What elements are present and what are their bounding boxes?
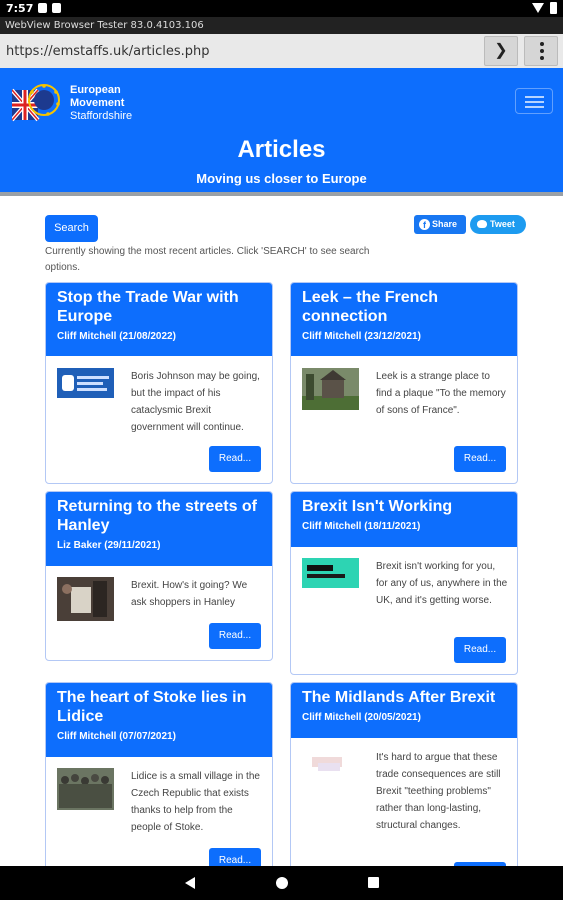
brand-line: European xyxy=(70,84,121,96)
twitter-bird-icon xyxy=(477,220,487,228)
article-excerpt: Leek is a strange place to find a plaque… xyxy=(376,371,506,416)
dot-icon xyxy=(540,49,544,53)
card-header: Returning to the streets of Hanley Liz B… xyxy=(46,492,272,566)
article-card: Leek – the French connection Cliff Mitch… xyxy=(290,282,518,484)
status-indicators xyxy=(532,2,557,14)
system-nav-bar xyxy=(0,866,563,900)
article-excerpt: Brexit. How's it going? We ask shoppers … xyxy=(131,580,248,608)
article-card: The Midlands After Brexit Cliff Mitchell… xyxy=(290,682,518,872)
article-thumbnail xyxy=(302,368,359,410)
status-time: 7:57 xyxy=(6,2,34,15)
page-title: Articles xyxy=(237,136,326,163)
app-title: WebView Browser Tester 83.0.4103.106 xyxy=(0,17,563,34)
card-header: Stop the Trade War with Europe Cliff Mit… xyxy=(46,283,272,356)
article-card: The heart of Stoke lies in Lidice Cliff … xyxy=(45,682,273,872)
article-card: Returning to the streets of Hanley Liz B… xyxy=(45,491,273,661)
url-input[interactable] xyxy=(2,37,480,65)
article-meta: Cliff Mitchell (07/07/2021) xyxy=(57,731,176,742)
article-title[interactable]: Brexit Isn't Working xyxy=(302,497,506,516)
url-bar: ❯ xyxy=(0,34,563,68)
search-button[interactable]: Search xyxy=(45,215,98,242)
brand-line: Staffordshire xyxy=(70,110,133,122)
article-meta: Cliff Mitchell (21/08/2022) xyxy=(57,331,176,342)
share-label: Share xyxy=(432,219,458,229)
dot-icon xyxy=(540,42,544,46)
article-card: Brexit Isn't Working Cliff Mitchell (18/… xyxy=(290,491,518,675)
article-thumbnail xyxy=(57,577,114,621)
intro-text: Currently showing the most recent articl… xyxy=(45,246,370,273)
back-icon[interactable] xyxy=(185,877,195,889)
menu-bar xyxy=(525,106,544,108)
article-title[interactable]: Stop the Trade War with Europe xyxy=(57,288,261,326)
article-excerpt: It's hard to argue that these trade cons… xyxy=(376,752,501,831)
card-header: Leek – the French connection Cliff Mitch… xyxy=(291,283,517,356)
facebook-icon: f xyxy=(419,219,430,230)
site-logo[interactable] xyxy=(10,80,66,124)
article-title[interactable]: The heart of Stoke lies in Lidice xyxy=(57,688,261,726)
facebook-share-button[interactable]: f Share xyxy=(414,215,466,234)
article-meta: Liz Baker (29/11/2021) xyxy=(57,540,161,551)
article-thumbnail xyxy=(57,368,114,398)
notification-icon xyxy=(38,3,47,13)
article-thumbnail xyxy=(302,558,359,588)
card-header: Brexit Isn't Working Cliff Mitchell (18/… xyxy=(291,492,517,547)
read-more-button[interactable]: Read... xyxy=(209,446,261,472)
menu-bar xyxy=(525,101,544,103)
read-more-button[interactable]: Read... xyxy=(454,446,506,472)
article-meta: Cliff Mitchell (20/05/2021) xyxy=(302,712,421,723)
read-more-button[interactable]: Read... xyxy=(209,623,261,649)
article-excerpt: Lidice is a small village in the Czech R… xyxy=(131,771,260,833)
site-header: European Movement Staffordshire Articles… xyxy=(0,68,563,196)
tweet-button[interactable]: Tweet xyxy=(470,215,526,234)
menu-bar xyxy=(525,96,544,98)
article-title[interactable]: Leek – the French connection xyxy=(302,288,506,326)
article-meta: Cliff Mitchell (18/11/2021) xyxy=(302,521,421,532)
home-icon[interactable] xyxy=(276,877,288,889)
battery-icon xyxy=(550,2,557,14)
article-excerpt: Boris Johnson may be going, but the impa… xyxy=(131,371,260,433)
card-header: The heart of Stoke lies in Lidice Cliff … xyxy=(46,683,272,757)
recent-apps-icon[interactable] xyxy=(368,877,379,888)
article-thumbnail xyxy=(57,768,114,810)
site-brand[interactable]: European Movement Staffordshire xyxy=(70,84,132,123)
page-subtitle: Moving us closer to Europe xyxy=(196,171,367,186)
overflow-menu-button[interactable] xyxy=(524,36,558,66)
status-bar: 7:57 xyxy=(0,0,563,17)
tweet-label: Tweet xyxy=(490,219,515,229)
dot-icon xyxy=(540,56,544,60)
article-card: Stop the Trade War with Europe Cliff Mit… xyxy=(45,282,273,484)
article-excerpt: Brexit isn't working for you, for any of… xyxy=(376,561,508,606)
card-header: The Midlands After Brexit Cliff Mitchell… xyxy=(291,683,517,738)
article-title[interactable]: The Midlands After Brexit xyxy=(302,688,506,707)
article-thumbnail xyxy=(302,749,359,779)
article-meta: Cliff Mitchell (23/12/2021) xyxy=(302,331,421,342)
brand-line: Movement xyxy=(70,97,125,109)
read-more-button[interactable]: Read... xyxy=(454,637,506,663)
notification-icon xyxy=(52,3,61,13)
wifi-icon xyxy=(532,3,544,13)
go-button[interactable]: ❯ xyxy=(484,36,518,66)
article-title[interactable]: Returning to the streets of Hanley xyxy=(57,497,261,535)
nav-toggle-button[interactable] xyxy=(515,88,553,114)
